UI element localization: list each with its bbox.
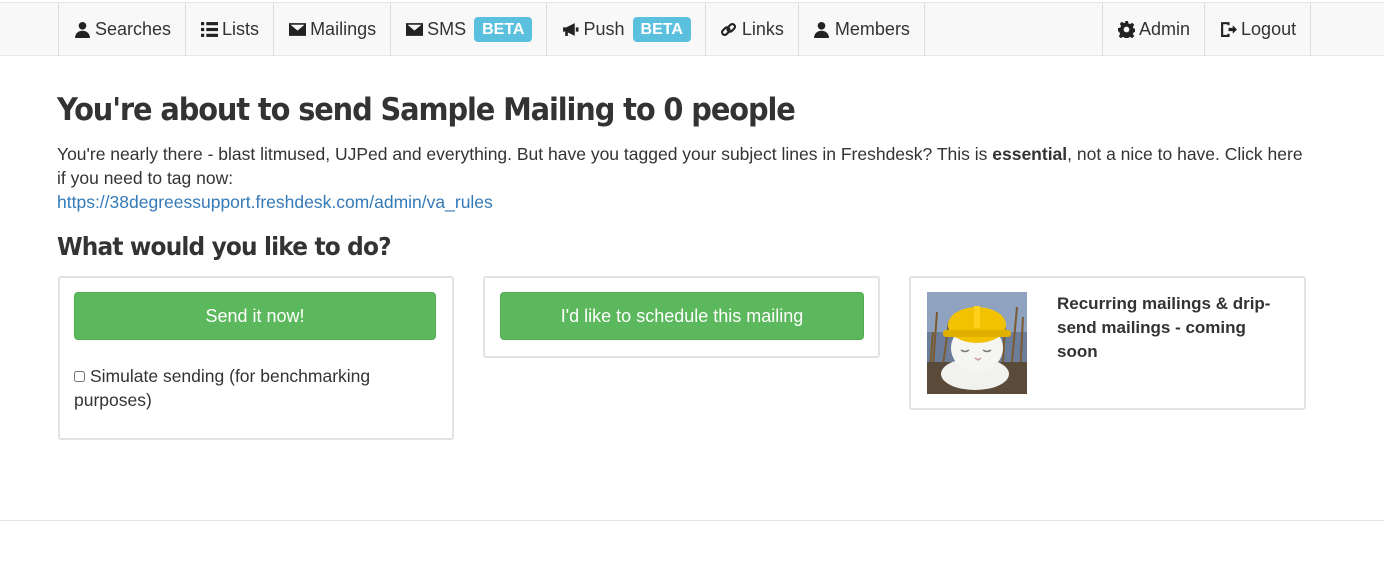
nav-mailings[interactable]: Mailings xyxy=(274,3,392,56)
schedule-button[interactable]: I'd like to schedule this mailing xyxy=(500,292,864,340)
nav-lists-label: Lists xyxy=(222,19,260,39)
nav-push[interactable]: Push BETA xyxy=(547,3,706,56)
nav-lists[interactable]: Lists xyxy=(186,3,275,56)
schedule-panel: I'd like to schedule this mailing xyxy=(483,276,880,358)
nav-left-group: Searches Lists Mailings SMS BETA Push BE… xyxy=(58,3,925,56)
bullhorn-icon xyxy=(561,21,579,39)
list-icon xyxy=(200,21,218,39)
top-navbar: Searches Lists Mailings SMS BETA Push BE… xyxy=(0,2,1384,56)
nav-logout[interactable]: Logout xyxy=(1205,3,1312,56)
nav-admin[interactable]: Admin xyxy=(1103,3,1206,56)
nav-members[interactable]: Members xyxy=(799,3,925,56)
simulate-option: Simulate sending (for benchmarking purpo… xyxy=(74,364,404,412)
nav-links[interactable]: Links xyxy=(706,3,799,56)
logout-icon xyxy=(1219,21,1237,39)
nav-searches[interactable]: Searches xyxy=(59,3,187,56)
envelope-icon xyxy=(288,21,306,39)
nav-links-label: Links xyxy=(741,19,784,39)
intro-text: You're nearly there - blast litmused, UJ… xyxy=(57,142,1307,214)
coming-soon-panel: Recurring mailings & drip-send mailings … xyxy=(909,276,1306,410)
coming-soon-text: Recurring mailings & drip-send mailings … xyxy=(1057,294,1271,361)
link-icon xyxy=(720,21,738,39)
nav-push-label: Push xyxy=(583,19,625,39)
user-icon xyxy=(813,21,831,39)
gear-icon xyxy=(1117,21,1135,39)
nav-mailings-label: Mailings xyxy=(310,19,377,39)
nav-logout-label: Logout xyxy=(1241,19,1297,39)
cat-hardhat-image xyxy=(927,292,1027,394)
intro-text-start: You're nearly there - blast litmused, UJ… xyxy=(57,144,993,164)
simulate-label: Simulate sending (for benchmarking purpo… xyxy=(74,366,371,410)
nav-right-group: Admin Logout xyxy=(1102,3,1312,56)
send-now-panel: Send it now! Simulate sending (for bench… xyxy=(58,276,454,440)
beta-badge: BETA xyxy=(632,17,691,42)
page-title: You're about to send Sample Mailing to 0… xyxy=(57,92,796,128)
envelope-icon xyxy=(405,21,423,39)
nav-members-label: Members xyxy=(834,19,910,39)
user-icon xyxy=(73,21,91,39)
intro-text-bold: essential xyxy=(992,144,1068,164)
send-now-button[interactable]: Send it now! xyxy=(74,292,436,340)
freshdesk-rules-link[interactable]: https://38degreessupport.freshdesk.com/a… xyxy=(57,192,493,212)
section-title: What would you like to do? xyxy=(57,232,392,261)
nav-admin-label: Admin xyxy=(1139,19,1191,39)
nav-sms[interactable]: SMS BETA xyxy=(391,3,548,56)
footer-divider xyxy=(0,520,1384,521)
nav-sms-label: SMS xyxy=(427,19,467,39)
simulate-checkbox[interactable] xyxy=(74,371,85,382)
nav-searches-label: Searches xyxy=(95,19,172,39)
beta-badge: BETA xyxy=(474,17,533,42)
